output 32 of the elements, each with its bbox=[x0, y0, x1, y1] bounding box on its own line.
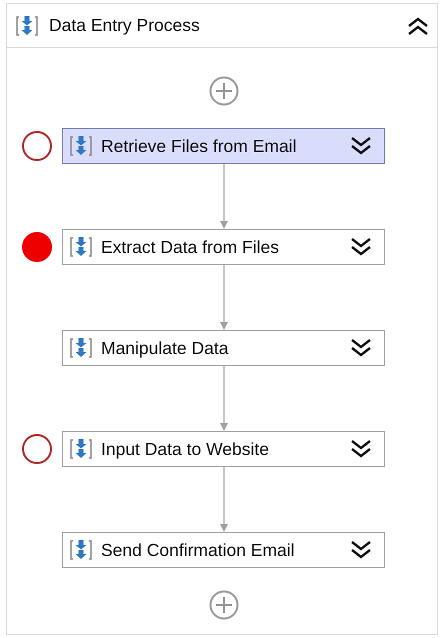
sequence-icon bbox=[69, 236, 93, 258]
activity-card[interactable]: Send Confirmation Email bbox=[62, 532, 385, 568]
breakpoint-marker[interactable] bbox=[22, 131, 52, 161]
sequence-icon bbox=[69, 135, 93, 157]
breakpoint-marker[interactable] bbox=[22, 434, 52, 464]
expand-icon[interactable] bbox=[350, 135, 372, 157]
expand-icon[interactable] bbox=[350, 539, 372, 561]
sequence-icon bbox=[69, 438, 93, 460]
sequence-icon bbox=[69, 337, 93, 359]
activity-title: Input Data to Website bbox=[101, 438, 270, 460]
expand-icon[interactable] bbox=[350, 236, 372, 258]
activity-title: Manipulate Data bbox=[101, 338, 230, 358]
add-activity-button[interactable] bbox=[208, 76, 238, 106]
connector-arrow bbox=[218, 366, 228, 431]
sequence-title: Data Entry Process bbox=[49, 15, 201, 36]
sequence-icon bbox=[15, 14, 39, 36]
connector-arrow bbox=[218, 164, 228, 229]
activity-card[interactable]: Manipulate Data bbox=[62, 330, 385, 366]
activity-title: Extract Data from Files bbox=[101, 236, 280, 258]
breakpoint-marker[interactable] bbox=[22, 232, 52, 262]
activity-title: Retrieve Files from Email bbox=[101, 136, 298, 156]
sequence-icon bbox=[69, 539, 93, 561]
activity-card[interactable]: Retrieve Files from Email bbox=[62, 128, 385, 164]
connector-arrow bbox=[218, 467, 228, 532]
connector-arrow bbox=[218, 265, 228, 330]
collapse-icon[interactable] bbox=[407, 14, 429, 36]
expand-icon[interactable] bbox=[350, 438, 372, 460]
expand-icon[interactable] bbox=[350, 337, 372, 359]
activity-card[interactable]: Extract Data from Files bbox=[62, 229, 385, 265]
activity-title: Send Confirmation Email bbox=[101, 540, 296, 560]
add-activity-button[interactable] bbox=[208, 590, 238, 620]
activity-card[interactable]: Input Data to Website bbox=[62, 431, 385, 467]
